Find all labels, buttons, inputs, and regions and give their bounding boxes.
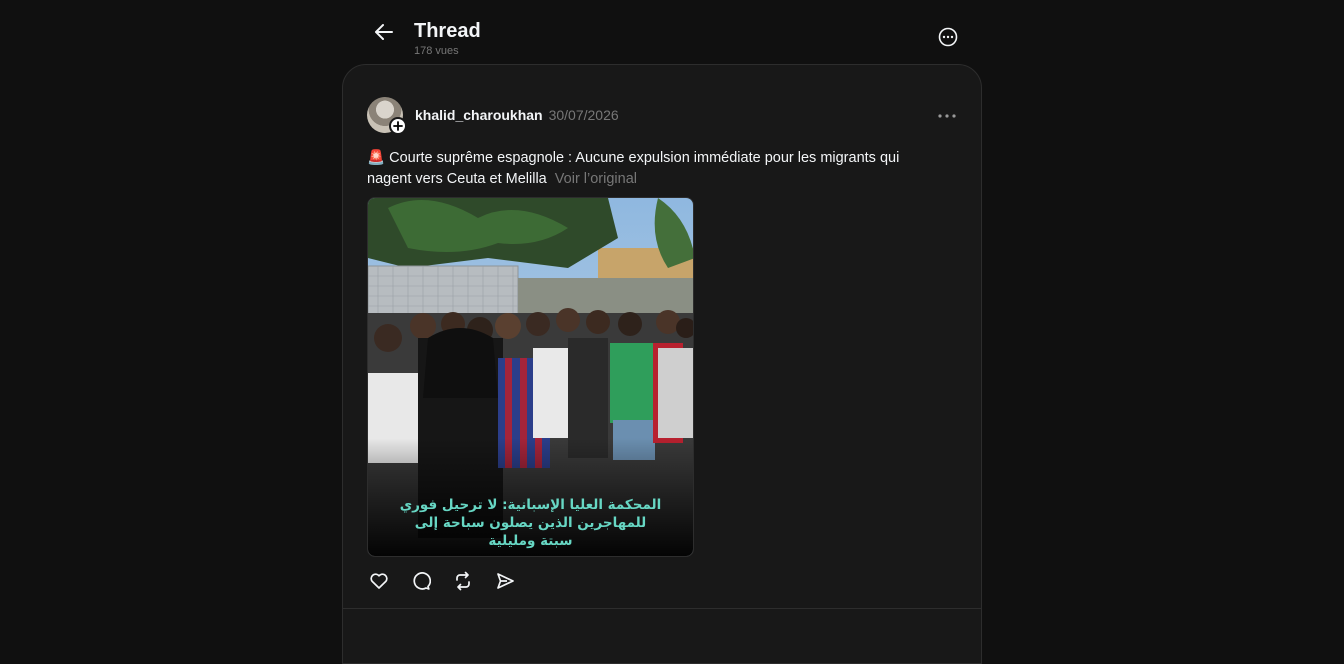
back-button[interactable]: [372, 20, 396, 44]
view-count: 178 vues: [414, 45, 459, 57]
title-block: Thread 178 vues: [414, 19, 481, 57]
more-options-button[interactable]: [936, 25, 960, 49]
caption-line: للمهاجرين الذين يصلون سباحة إلى: [414, 515, 647, 531]
post-date: 30/07/2026: [548, 107, 619, 123]
comment-icon: [413, 572, 431, 590]
see-original-link[interactable]: Voir l’original: [555, 171, 637, 187]
caption-line: سبتة ومليلية: [488, 533, 573, 549]
more-circle-icon: [938, 27, 958, 47]
thread-card: khalid_charoukhan 30/07/2026 🚨 Courte su…: [342, 64, 982, 664]
repost-icon: [456, 571, 470, 591]
send-icon: [497, 573, 514, 589]
post-meta: khalid_charoukhan 30/07/2026: [415, 107, 619, 123]
page-title: Thread: [414, 20, 481, 42]
post-actions: [367, 569, 517, 593]
share-button[interactable]: [493, 569, 517, 593]
post-image[interactable]: المحكمة العليا الإسبانية: لا ترحيل فوري …: [367, 197, 694, 557]
siren-emoji: 🚨: [367, 150, 386, 166]
thread-header: Thread 178 vues: [342, 0, 982, 64]
post-body: 🚨 Courte suprême espagnole : Aucune expu…: [367, 148, 937, 190]
heart-icon: [370, 573, 388, 589]
username-link[interactable]: khalid_charoukhan: [415, 107, 543, 123]
caption-line: المحكمة العليا الإسبانية: لا ترحيل فوري: [399, 497, 662, 513]
divider: [343, 608, 981, 609]
like-button[interactable]: [367, 569, 391, 593]
avatar-container: [367, 97, 407, 135]
follow-button[interactable]: [389, 117, 407, 135]
image-caption: المحكمة العليا الإسبانية: لا ترحيل فوري …: [368, 496, 693, 550]
plus-icon: [393, 121, 403, 131]
arrow-left-icon: [375, 24, 393, 40]
repost-button[interactable]: [451, 569, 475, 593]
ellipsis-icon: [938, 114, 956, 118]
post-more-button[interactable]: [935, 107, 959, 125]
reply-button[interactable]: [409, 569, 433, 593]
